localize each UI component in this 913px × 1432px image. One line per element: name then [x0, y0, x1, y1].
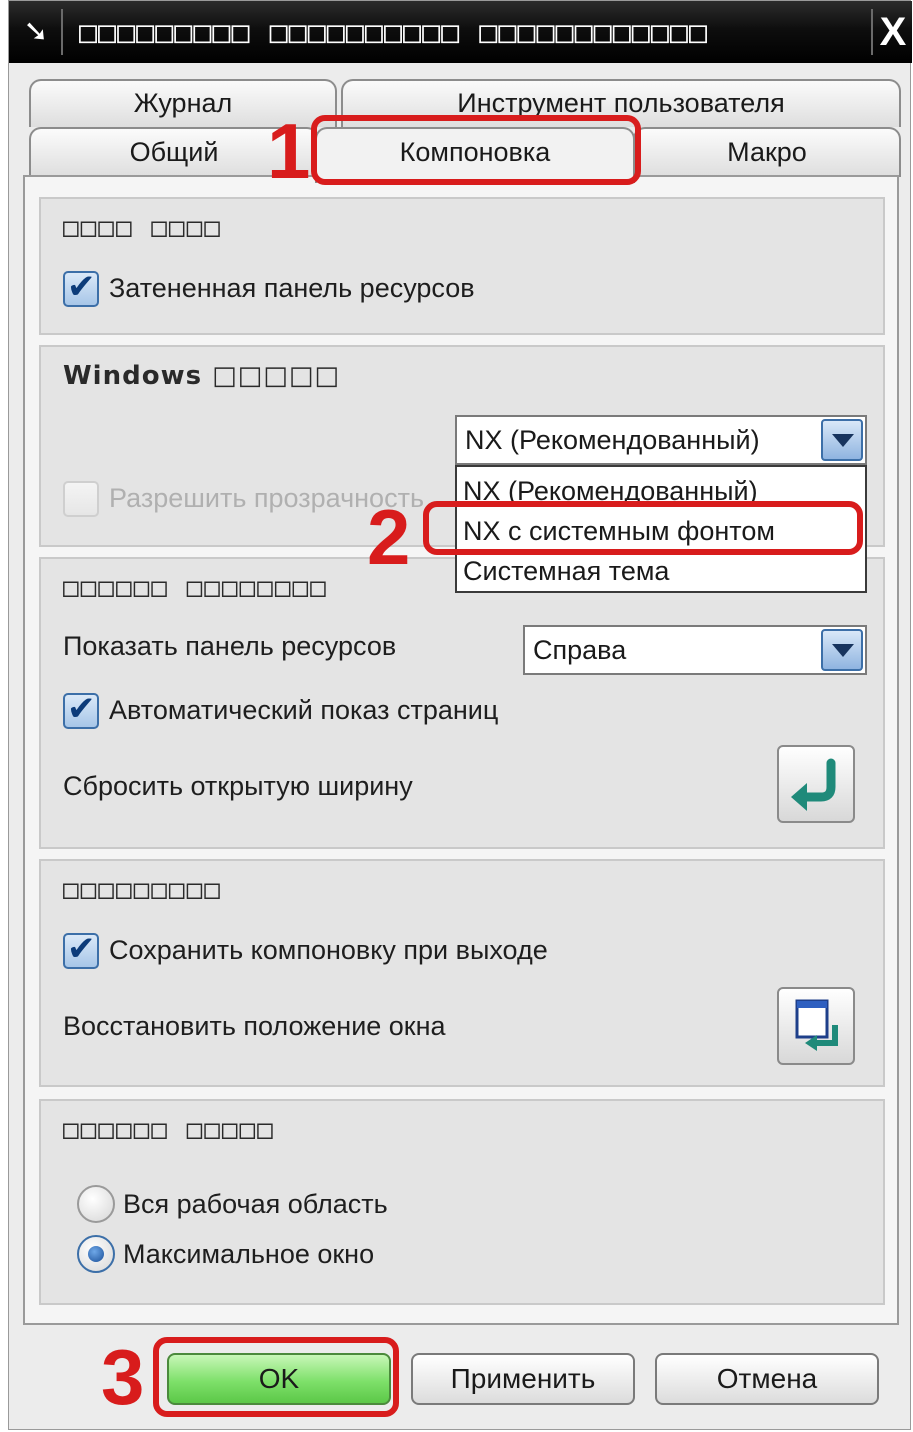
radio-whole-workspace[interactable]: [77, 1185, 115, 1223]
theme-option-nx-recommended[interactable]: NX (Рекомендованный): [463, 471, 758, 511]
check-mark-icon: ✔: [67, 930, 96, 968]
restore-window-label: Восстановить положение окна: [63, 1011, 446, 1041]
tab-layout[interactable]: Компоновка: [315, 127, 635, 183]
chevron-down-icon[interactable]: [821, 419, 863, 461]
save-layout-label: Сохранить компоновку при выходе: [109, 935, 548, 965]
radio-maximized-window[interactable]: [77, 1235, 115, 1273]
reset-width-label: Сбросить открытую ширину: [63, 771, 413, 801]
apply-button[interactable]: Применить: [411, 1353, 635, 1405]
window-restore-icon: [795, 999, 838, 1051]
theme-option-system-theme[interactable]: Системная тема: [463, 551, 669, 591]
preferences-dialog: ➘ □□□□□□□□□ □□□□□□□□□□ □□□□□□□□□□□□ X Жу…: [8, 0, 912, 1430]
auto-show-label: Автоматический показ страниц: [109, 695, 499, 725]
reset-width-button[interactable]: [777, 745, 855, 823]
group-resource-bar: □□□□ □□□□ ✔ Затененная панель ресурсов: [39, 197, 885, 335]
theme-dropdown-list[interactable]: NX (Рекомендованный) NX с системным фонт…: [455, 465, 867, 593]
callout-number-3: 3: [101, 1333, 145, 1421]
theme-option-nx-system-font[interactable]: NX с системным фонтом: [463, 511, 775, 551]
chevron-down-icon[interactable]: [821, 629, 863, 671]
theme-select-value: NX (Рекомендованный): [465, 425, 760, 455]
ok-button[interactable]: OK: [167, 1353, 391, 1405]
check-mark-icon: ✔: [67, 690, 96, 728]
auto-show-checkbox[interactable]: ✔: [63, 690, 99, 729]
pin-icon: ➘: [23, 15, 49, 48]
dialog-title: □□□□□□□□□ □□□□□□□□□□ □□□□□□□□□□□□: [79, 15, 709, 50]
title-separator-right: [871, 9, 873, 55]
undo-arrow-icon: [791, 758, 836, 811]
callout-number-2: 2: [367, 493, 411, 581]
cancel-button[interactable]: Отмена: [655, 1353, 879, 1405]
save-layout-checkbox[interactable]: ✔: [63, 930, 99, 969]
show-panel-value: Справа: [533, 635, 627, 665]
callout-number-1: 1: [267, 107, 311, 195]
shaded-panel-label: Затененная панель ресурсов: [109, 273, 475, 303]
group-title: Windows □□□□□: [63, 361, 340, 391]
radio-dot: [88, 1246, 104, 1262]
transparency-checkbox[interactable]: [63, 481, 99, 517]
group-title: □□□□□□ □□□□□□□□: [63, 573, 328, 603]
group-window-size: □□□□□□ □□□□□ Вся рабочая область Максима…: [39, 1099, 885, 1305]
radio-maximized-window-label: Максимальное окно: [123, 1239, 375, 1269]
close-button[interactable]: X: [875, 11, 911, 53]
radio-whole-workspace-label: Вся рабочая область: [123, 1189, 388, 1219]
tab-user-tool[interactable]: Инструмент пользователя: [341, 79, 901, 127]
show-panel-label: Показать панель ресурсов: [63, 631, 397, 661]
group-title: □□□□□□ □□□□□: [63, 1115, 275, 1145]
show-panel-select[interactable]: Справа: [523, 625, 867, 675]
group-resource-panel: □□□□□□ □□□□□□□□ Показать панель ресурсов…: [39, 557, 885, 849]
group-title: □□□□ □□□□: [63, 213, 222, 243]
theme-select[interactable]: NX (Рекомендованный): [455, 415, 867, 465]
check-mark-icon: ✔: [67, 268, 96, 306]
group-title: □□□□□□□□□: [63, 875, 222, 905]
restore-window-button[interactable]: [777, 987, 855, 1065]
shaded-panel-checkbox[interactable]: ✔: [63, 268, 99, 307]
title-separator: [61, 9, 63, 55]
title-bar[interactable]: ➘ □□□□□□□□□ □□□□□□□□□□ □□□□□□□□□□□□ X: [9, 1, 912, 63]
tab-macro[interactable]: Макро: [633, 127, 901, 177]
group-save-layout: □□□□□□□□□ ✔ Сохранить компоновку при вых…: [39, 859, 885, 1087]
